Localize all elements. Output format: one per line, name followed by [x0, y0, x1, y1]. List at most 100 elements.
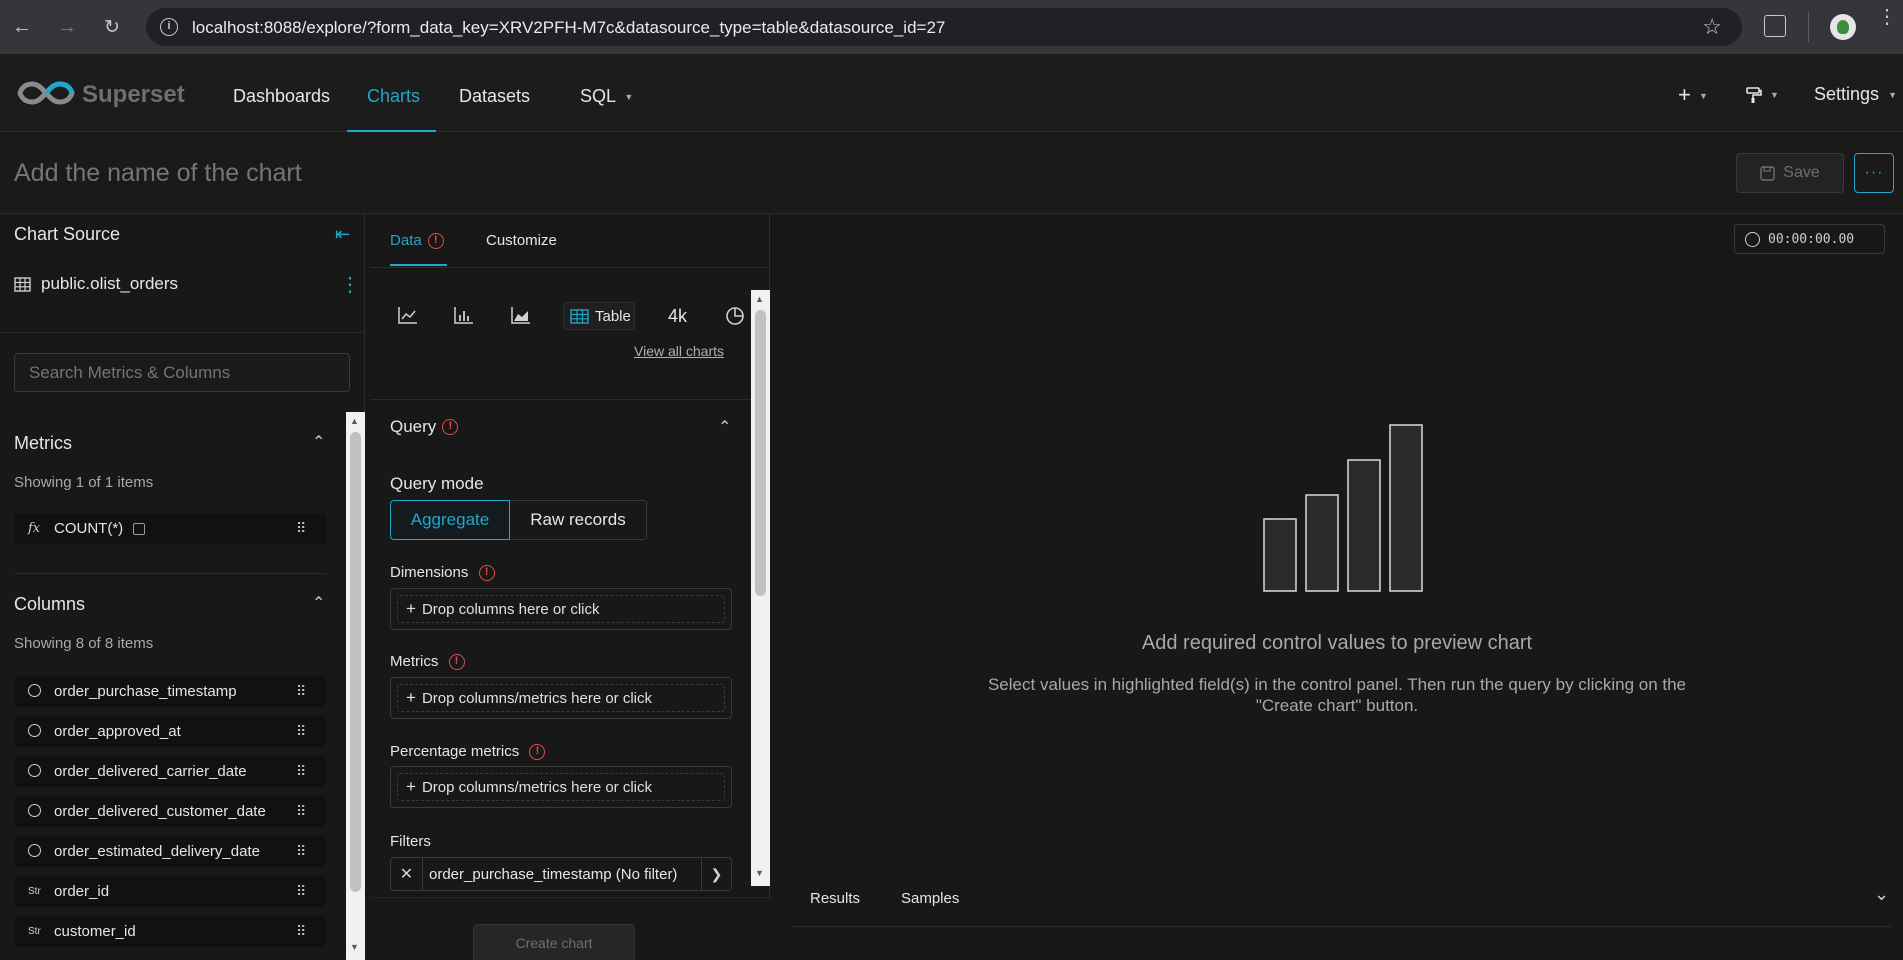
query-mode-label: Query mode [390, 474, 484, 493]
error-info-icon: ! [478, 565, 495, 582]
search-metrics-columns-input[interactable] [14, 353, 350, 392]
save-label: Save [1783, 164, 1820, 181]
column-item[interactable]: order_delivered_carrier_date ⠿ [14, 756, 326, 787]
viz-table[interactable]: Table [563, 302, 635, 330]
create-chart-footer: Create chart [370, 897, 770, 960]
scroll-up-arrow-icon[interactable]: ▲ [350, 416, 359, 426]
percentage-metrics-label-text: Percentage metrics [390, 743, 520, 760]
datasource-menu-icon[interactable]: ⋮ [340, 272, 360, 297]
ellipsis-icon: ··· [1864, 164, 1884, 181]
column-item[interactable]: order_purchase_timestamp ⠿ [14, 676, 326, 707]
info-icon: ! [529, 744, 546, 761]
drag-handle-icon[interactable]: ⠿ [296, 723, 326, 740]
viz-bar-chart[interactable] [454, 306, 474, 324]
plus-icon: + [406, 688, 416, 707]
metrics-dropzone[interactable]: + Drop columns/metrics here or click [390, 677, 732, 719]
drag-handle-icon[interactable]: ⠿ [296, 803, 326, 820]
chevron-up-icon[interactable]: ⌃ [718, 417, 731, 437]
scrollbar-thumb[interactable] [350, 432, 361, 892]
theme-menu-button[interactable]: ▼ [1745, 84, 1779, 105]
collapse-panel-icon[interactable]: ⇤ [335, 224, 350, 245]
column-name: order_purchase_timestamp [54, 683, 237, 700]
scroll-down-arrow-icon[interactable]: ▼ [755, 868, 764, 878]
string-type-icon: Str [28, 926, 41, 937]
nav-sql[interactable]: SQL ▼ [580, 86, 633, 107]
drag-handle-icon[interactable]: ⠿ [296, 683, 326, 700]
tab-samples[interactable]: Samples [901, 890, 959, 907]
column-item[interactable]: order_estimated_delivery_date ⠿ [14, 836, 326, 867]
clock-icon [14, 683, 54, 700]
back-icon[interactable]: ← [10, 12, 34, 42]
tab-results[interactable]: Results [810, 890, 860, 907]
plus-icon: + [1678, 82, 1691, 107]
scroll-up-arrow-icon[interactable]: ▲ [755, 294, 764, 304]
new-item-button[interactable]: + ▼ [1678, 82, 1708, 108]
browser-menu-icon[interactable]: ⋮ [1877, 7, 1897, 27]
column-item[interactable]: Str customer_id ⠿ [14, 916, 326, 947]
viz-pie-chart[interactable] [725, 306, 745, 326]
chevron-up-icon[interactable]: ⌃ [312, 432, 325, 452]
empty-state-description: Select values in highlighted field(s) in… [771, 674, 1903, 716]
bookmark-star-icon[interactable]: ☆ [1702, 14, 1722, 40]
scrollbar[interactable]: ▲ ▼ [346, 412, 365, 960]
superset-wordmark[interactable]: Superset [82, 81, 185, 109]
percentage-metrics-dropzone[interactable]: + Drop columns/metrics here or click [390, 766, 732, 808]
scrollbar-thumb[interactable] [755, 310, 766, 596]
column-item[interactable]: order_approved_at ⠿ [14, 716, 326, 747]
forward-icon[interactable]: → [55, 12, 79, 42]
chart-container: 00:00:00.00 Add required control values … [771, 214, 1903, 960]
address-bar[interactable]: i localhost:8088/explore/?form_data_key=… [146, 8, 1742, 46]
nav-datasets[interactable]: Datasets [459, 86, 530, 107]
create-chart-button[interactable]: Create chart [473, 924, 635, 960]
drag-handle-icon[interactable]: ⠿ [296, 843, 326, 860]
drag-handle-icon[interactable]: ⠿ [296, 883, 326, 900]
drag-handle-icon[interactable]: ⠿ [296, 923, 326, 940]
filter-pill[interactable]: ✕ order_purchase_timestamp (No filter) ❯ [390, 857, 732, 891]
scroll-down-arrow-icon[interactable]: ▼ [350, 942, 359, 952]
metric-item[interactable]: fx COUNT(*) ⠿ [14, 513, 326, 544]
query-section-header[interactable]: Query ! [390, 417, 459, 437]
chart-name-input[interactable] [14, 156, 614, 190]
dimensions-dropzone[interactable]: + Drop columns here or click [390, 588, 732, 630]
column-item[interactable]: order_delivered_customer_date ⠿ [14, 796, 326, 827]
metrics-section-title[interactable]: Metrics [14, 433, 72, 454]
divider [370, 267, 770, 268]
viz-table-label: Table [595, 307, 631, 325]
metric-name: COUNT(*) [54, 520, 124, 537]
nav-dashboards[interactable]: Dashboards [233, 86, 330, 107]
tab-data[interactable]: Data ! [390, 232, 444, 249]
extensions-icon[interactable] [1764, 15, 1786, 37]
datasource-selector[interactable]: public.olist_orders [14, 274, 178, 294]
viz-area-chart[interactable] [511, 306, 531, 324]
reload-icon[interactable]: ↻ [100, 12, 124, 42]
more-actions-button[interactable]: ··· [1854, 153, 1894, 193]
active-tab-indicator [390, 264, 447, 266]
save-button[interactable]: Save [1736, 153, 1844, 193]
scrollbar[interactable]: ▲ ▼ [751, 290, 770, 886]
superset-logo-icon[interactable] [17, 80, 75, 106]
view-all-charts-link[interactable]: View all charts [634, 343, 724, 359]
query-mode-aggregate[interactable]: Aggregate [390, 500, 510, 540]
metrics-label-text: Metrics [390, 653, 439, 670]
remove-filter-close-icon[interactable]: ✕ [391, 858, 423, 890]
column-item[interactable]: Str order_id ⠿ [14, 876, 326, 907]
profile-avatar[interactable] [1830, 14, 1856, 40]
settings-menu[interactable]: Settings ▼ [1814, 84, 1897, 105]
control-panel: Data ! Customize ▲ ▼ Table 4k View all c… [370, 214, 770, 960]
viz-line-chart[interactable] [398, 306, 418, 324]
drag-handle-icon[interactable]: ⠿ [296, 520, 326, 537]
chevron-down-icon: ▼ [624, 92, 634, 103]
column-name: order_delivered_carrier_date [54, 763, 247, 780]
drag-handle-icon[interactable]: ⠿ [296, 763, 326, 780]
chevron-down-icon[interactable]: ⌄ [1874, 884, 1889, 905]
big-number-icon[interactable]: 4k [668, 306, 687, 327]
columns-section-title[interactable]: Columns [14, 594, 85, 615]
site-info-icon[interactable]: i [160, 18, 178, 36]
url-text[interactable]: localhost:8088/explore/?form_data_key=XR… [192, 18, 945, 38]
clock-icon [14, 723, 54, 740]
nav-charts[interactable]: Charts [367, 86, 420, 107]
chevron-up-icon[interactable]: ⌃ [312, 593, 325, 613]
tab-customize[interactable]: Customize [486, 232, 557, 249]
query-mode-raw-records[interactable]: Raw records [510, 500, 647, 540]
chevron-right-icon[interactable]: ❯ [701, 858, 731, 890]
